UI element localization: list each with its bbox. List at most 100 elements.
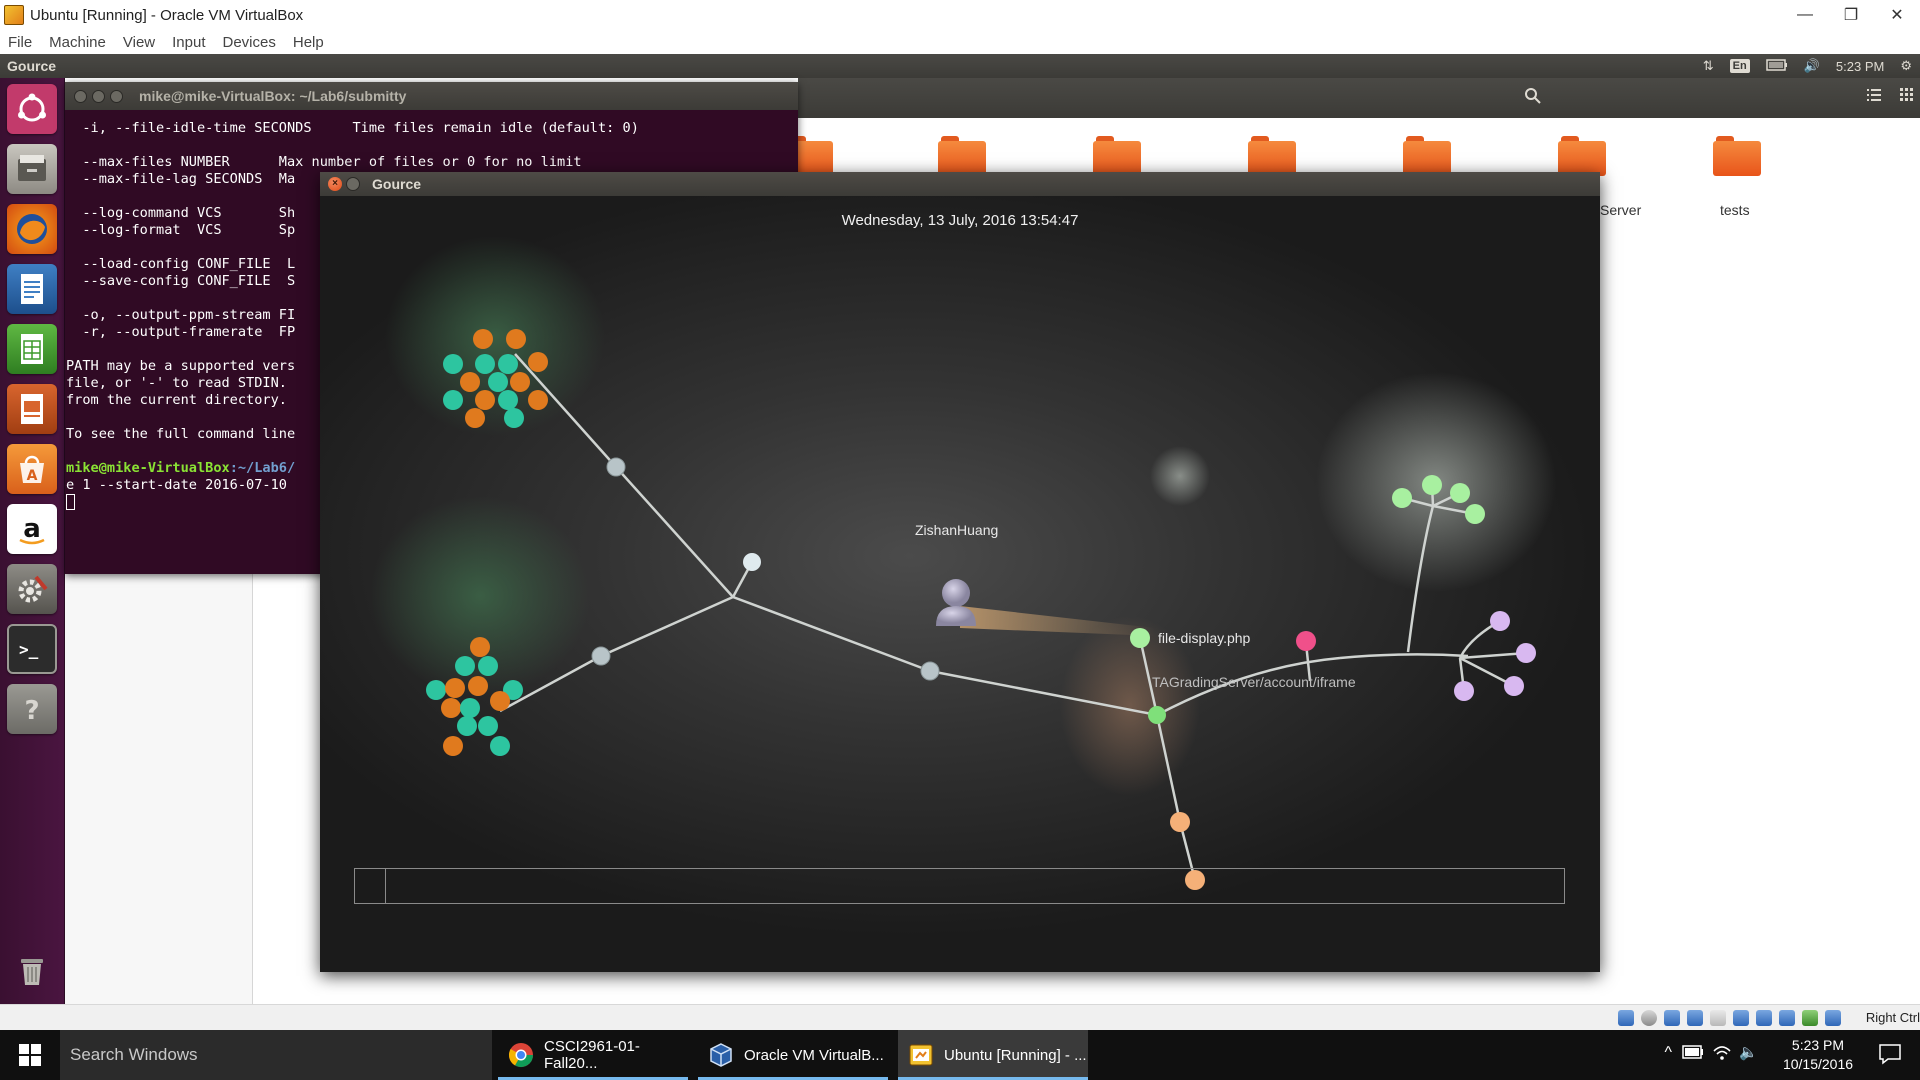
shared-folders-icon[interactable]: [1733, 1010, 1749, 1026]
hard-disk-icon[interactable]: [1618, 1010, 1634, 1026]
taskbar-chrome[interactable]: CSCI2961-01-Fall20...: [498, 1030, 688, 1080]
folder-icon[interactable]: [1248, 136, 1296, 176]
network-updown-icon[interactable]: ⇅: [1703, 58, 1714, 74]
folder-tests[interactable]: [1713, 136, 1761, 176]
taskbar-ubuntu-vm[interactable]: Ubuntu [Running] - ...: [898, 1030, 1088, 1080]
terminal-title: mike@mike-VirtualBox: ~/Lab6/submitty: [139, 88, 407, 104]
menu-machine[interactable]: Machine: [49, 34, 106, 51]
terminal-line: To see the full command line: [66, 426, 296, 442]
terminal-line: --save-config CONF_FILE S: [66, 273, 296, 289]
folder-label-tests: tests: [1720, 202, 1750, 218]
battery-icon[interactable]: [1682, 1045, 1704, 1064]
search-icon[interactable]: [1522, 87, 1544, 109]
virtualbox-app-icon: [4, 5, 24, 25]
minimize-button[interactable]: —: [1782, 0, 1828, 30]
battery-icon[interactable]: [1765, 58, 1788, 74]
software-center-icon[interactable]: A: [7, 444, 57, 494]
mouse-integration-icon[interactable]: [1802, 1010, 1818, 1026]
gource-minimize-button[interactable]: [346, 177, 360, 191]
wifi-icon[interactable]: [1712, 1043, 1732, 1068]
gource-window[interactable]: × Gource Wednesday, 13 July, 2016 13:54:…: [320, 172, 1600, 972]
gource-canvas[interactable]: Wednesday, 13 July, 2016 13:54:47 Zishan…: [320, 196, 1600, 972]
gear-icon[interactable]: ⚙: [1900, 58, 1912, 74]
network-icon[interactable]: [1687, 1010, 1703, 1026]
folder-icon[interactable]: [1558, 136, 1606, 176]
prompt-user: mike@mike-VirtualBox: [66, 460, 230, 476]
terminal-titlebar[interactable]: mike@mike-VirtualBox: ~/Lab6/submitty: [65, 82, 798, 110]
gource-titlebar[interactable]: × Gource: [320, 172, 1600, 196]
menu-file[interactable]: File: [8, 34, 32, 51]
taskbar-clock-time: 5:23 PM: [1791, 1037, 1845, 1053]
firefox-icon[interactable]: [7, 204, 57, 254]
list-view-icon[interactable]: [1863, 87, 1885, 109]
menu-help[interactable]: Help: [293, 34, 324, 51]
svg-text:A: A: [27, 468, 38, 484]
panel-clock[interactable]: 5:23 PM: [1836, 59, 1884, 74]
keyboard-layout-indicator[interactable]: En: [1729, 59, 1750, 73]
menu-input[interactable]: Input: [172, 34, 205, 51]
libreoffice-writer-icon[interactable]: [7, 264, 57, 314]
virtualbox-vm-icon: [909, 1044, 933, 1066]
terminal-maximize-button[interactable]: [110, 89, 123, 103]
gource-timeline-bar[interactable]: [354, 868, 1565, 904]
terminal-close-button[interactable]: [74, 89, 87, 103]
user-avatar: [936, 579, 976, 626]
amazon-icon[interactable]: a: [7, 504, 57, 554]
terminal-line: -r, --output-framerate FP: [66, 324, 296, 340]
taskbar-search-box[interactable]: Search Windows: [60, 1030, 492, 1080]
system-settings-icon[interactable]: [7, 564, 57, 614]
start-button[interactable]: [0, 1030, 60, 1080]
directory-label: TAGradingServer/account/iframe: [1152, 674, 1356, 690]
terminal-line: --load-config CONF_FILE L: [66, 256, 296, 272]
terminal-line: --log-format VCS Sp: [66, 222, 296, 238]
windows-taskbar: Search Windows CSCI2961-01-Fall20... Ora…: [0, 1030, 1920, 1080]
terminal-line: file, or '-' to read STDIN.: [66, 375, 296, 391]
grid-view-icon[interactable]: [1896, 87, 1918, 109]
vbox-titlebar: Ubuntu [Running] - Oracle VM VirtualBox …: [0, 0, 1920, 30]
libreoffice-impress-icon[interactable]: [7, 384, 57, 434]
trash-icon[interactable]: [7, 944, 57, 994]
action-center-icon[interactable]: [1878, 1043, 1902, 1070]
terminal-line: -o, --output-ppm-stream FI: [66, 307, 296, 323]
files-toolbar: [798, 78, 1920, 118]
keyboard-capture-icon[interactable]: [1825, 1010, 1841, 1026]
display-icon[interactable]: [1756, 1010, 1772, 1026]
terminal-icon[interactable]: >_: [7, 624, 57, 674]
usb-icon[interactable]: [1710, 1010, 1726, 1026]
terminal-minimize-button[interactable]: [92, 89, 105, 103]
audio-icon[interactable]: [1664, 1010, 1680, 1026]
menu-view[interactable]: View: [123, 34, 155, 51]
svg-text:?: ?: [24, 696, 39, 726]
restore-button[interactable]: ❐: [1828, 0, 1874, 30]
volume-icon[interactable]: 🔈: [1739, 1043, 1758, 1061]
directory-nodes: [591, 457, 940, 681]
vbox-statusbar: Right Ctrl: [0, 1004, 1920, 1030]
vbox-menubar: File Machine View Input Devices Help: [0, 30, 1920, 54]
chevron-up-icon[interactable]: ^: [1664, 1044, 1672, 1062]
taskbar-virtualbox[interactable]: Oracle VM VirtualB...: [698, 1030, 888, 1080]
files-icon[interactable]: [7, 144, 57, 194]
gource-timeline-progress: [355, 869, 386, 903]
taskbar-chrome-label: CSCI2961-01-Fall20...: [544, 1038, 640, 1072]
close-button[interactable]: ✕: [1874, 0, 1920, 30]
node-glow: [1150, 446, 1210, 506]
folder-icon[interactable]: [1093, 136, 1141, 176]
taskbar-clock[interactable]: 5:23 PM 10/15/2016: [1778, 1036, 1858, 1074]
unknown-app-icon[interactable]: ?: [7, 684, 57, 734]
terminal-line: from the current directory.: [66, 392, 287, 408]
volume-icon[interactable]: 🔊: [1804, 58, 1820, 74]
menu-devices[interactable]: Devices: [223, 34, 276, 51]
gource-visualization: [370, 236, 1556, 890]
gource-date: Wednesday, 13 July, 2016 13:54:47: [841, 212, 1079, 229]
dash-home-icon[interactable]: [7, 84, 57, 134]
user-name-label: ZishanHuang: [915, 522, 999, 538]
vm-screen[interactable]: Server tests Gource ⇅ En 🔊 5:23 PM ⚙ A a…: [0, 54, 1920, 1004]
optical-drive-icon[interactable]: [1641, 1010, 1657, 1026]
file-node-pink: [1296, 631, 1316, 651]
folder-icon[interactable]: [938, 136, 986, 176]
folder-icon[interactable]: [1403, 136, 1451, 176]
libreoffice-calc-icon[interactable]: [7, 324, 57, 374]
gource-close-button[interactable]: ×: [328, 177, 342, 191]
video-capture-icon[interactable]: [1779, 1010, 1795, 1026]
terminal-cursor: [66, 494, 75, 510]
